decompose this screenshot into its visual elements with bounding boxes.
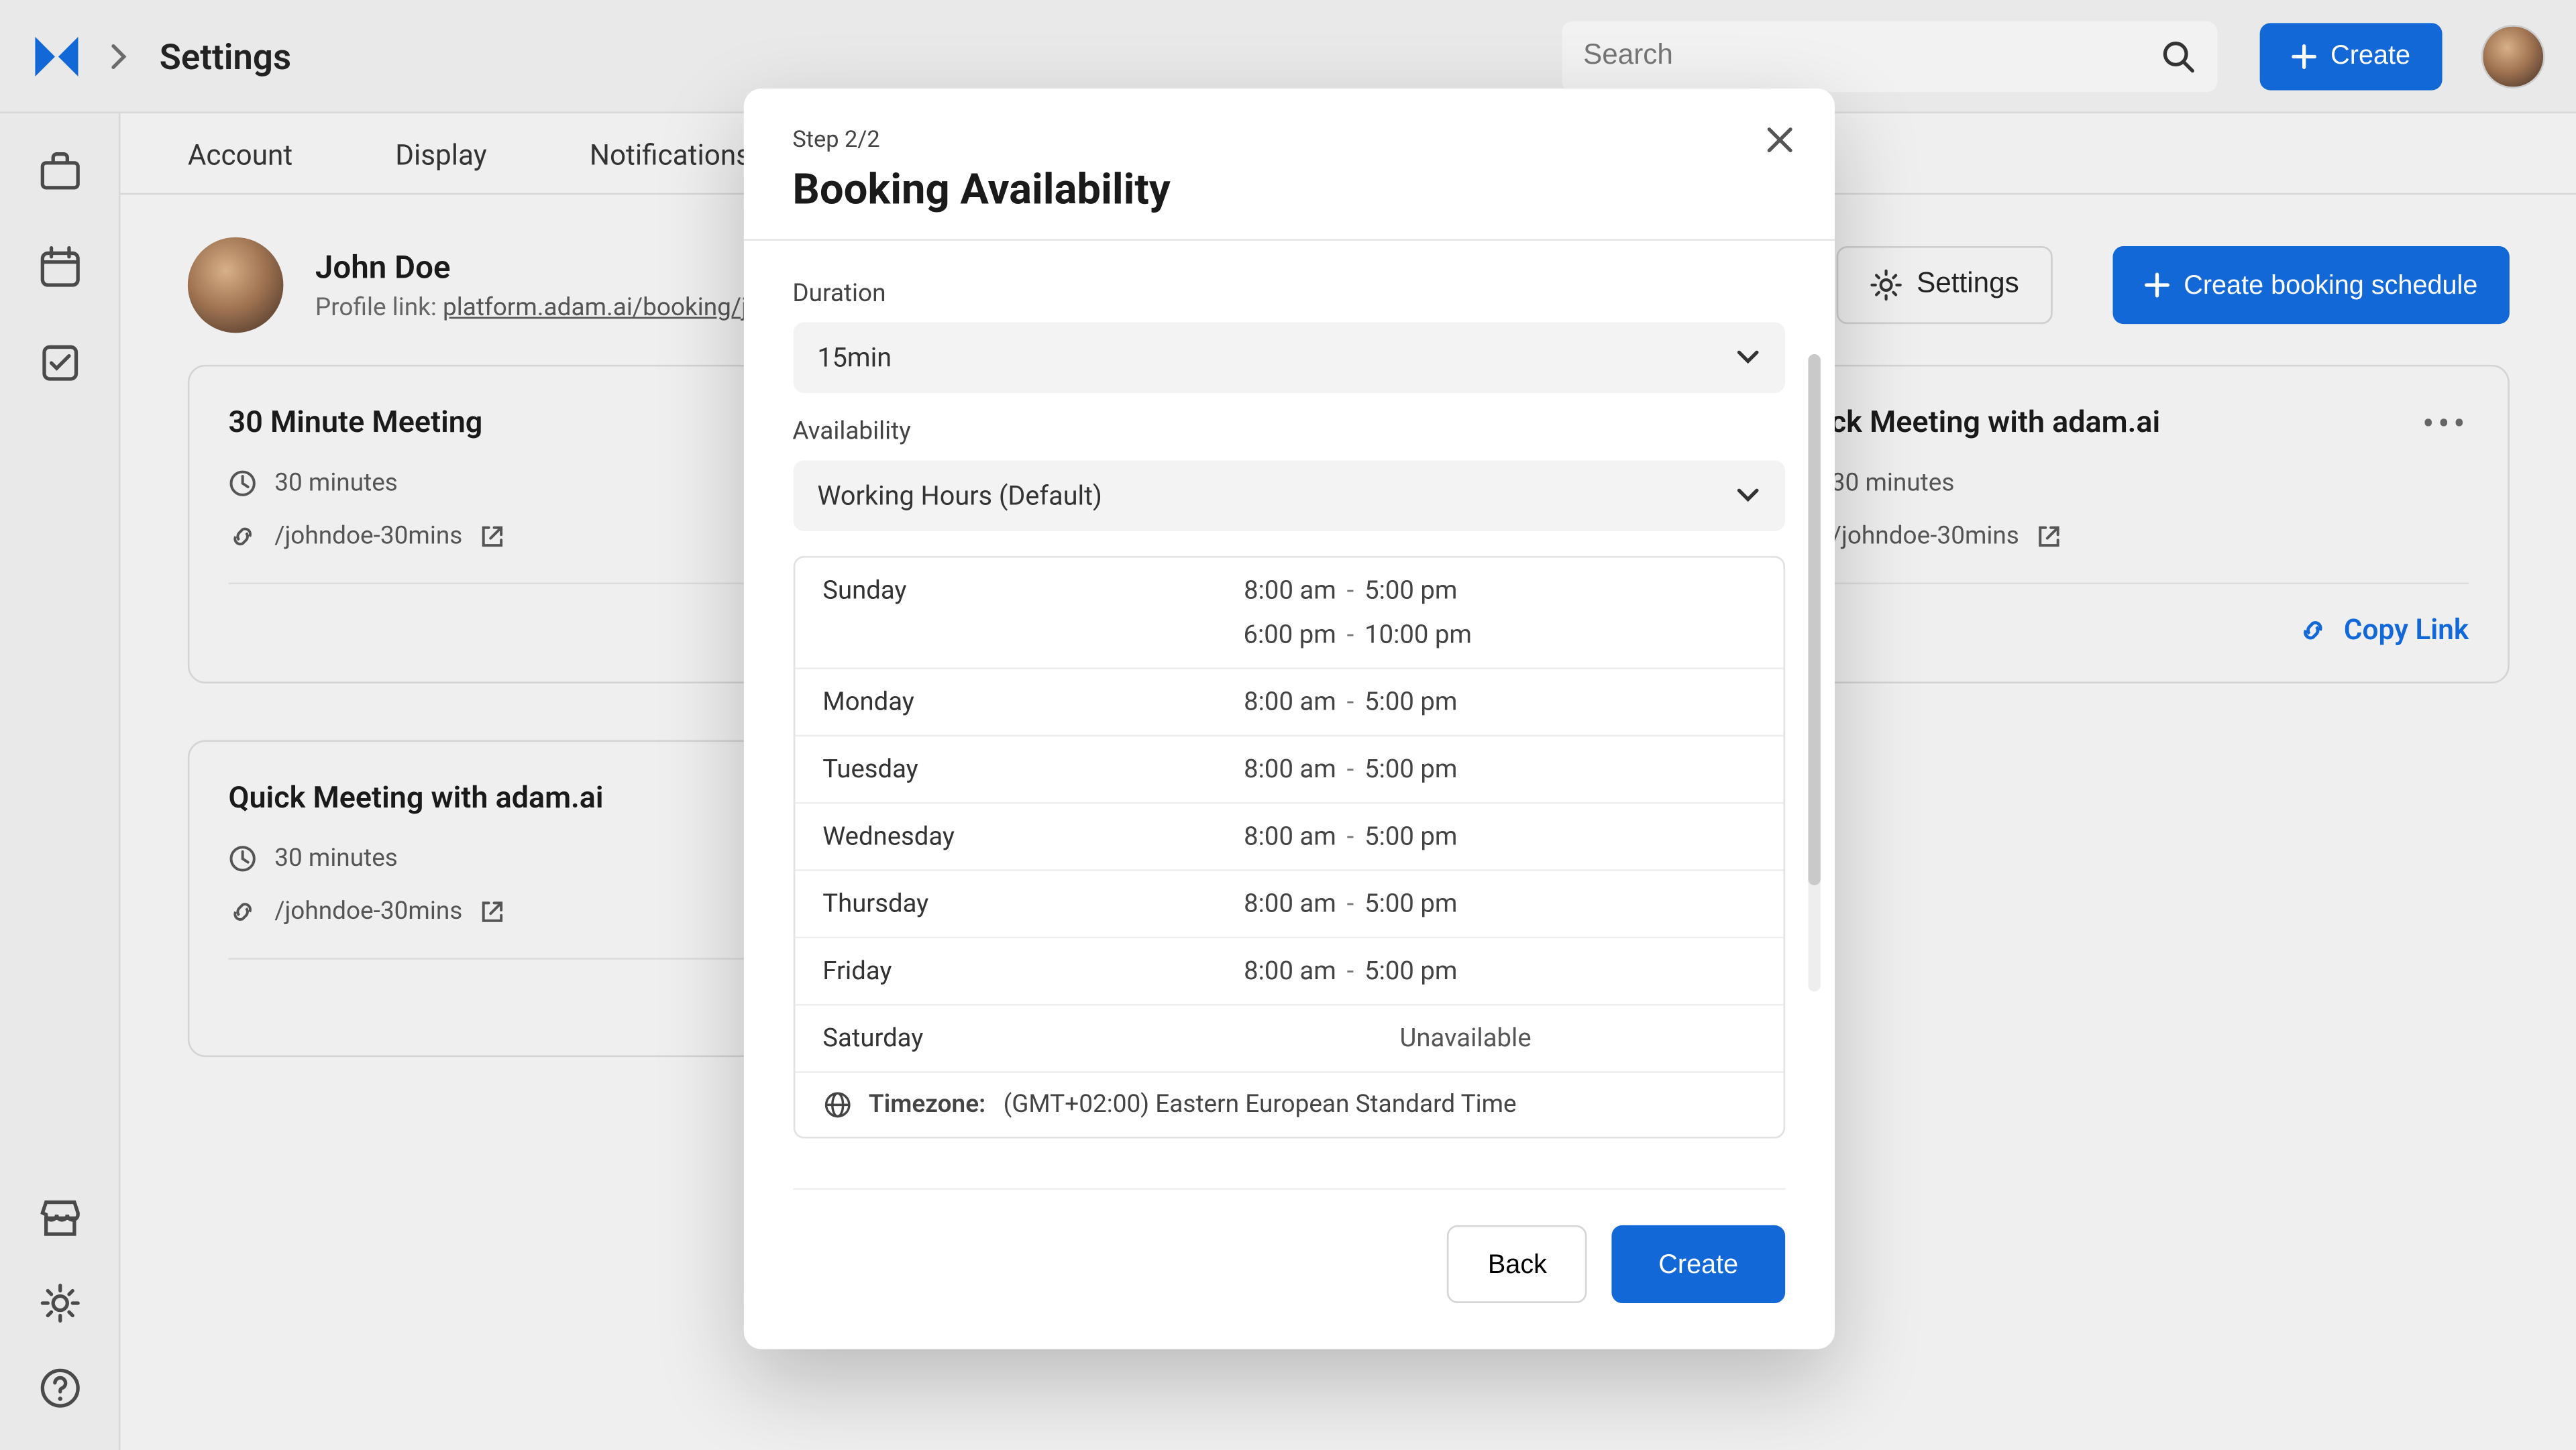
modal-scrollbar[interactable] <box>1807 354 1819 991</box>
booking-availability-modal: Step 2/2 Booking Availability Duration 1… <box>743 89 1833 1349</box>
close-icon[interactable] <box>1763 124 1795 156</box>
slot-start: 8:00 am <box>1177 956 1336 987</box>
duration-select[interactable]: 15min <box>792 322 1784 393</box>
schedule-table: Sunday 8:00 am - 5:00 pm 6:00 pm - 10:00… <box>792 556 1784 1139</box>
schedule-day: Wednesday <box>822 822 1177 852</box>
modal-create-button[interactable]: Create <box>1613 1225 1784 1303</box>
schedule-row: Thursday 8:00 am - 5:00 pm <box>794 871 1782 938</box>
slot-end: 5:00 pm <box>1364 822 1754 852</box>
modal-step: Step 2/2 <box>792 127 1784 154</box>
slot-end: 10:00 pm <box>1364 620 1754 650</box>
globe-icon <box>822 1091 851 1119</box>
schedule-day: Sunday <box>822 575 1177 606</box>
schedule-unavailable: Unavailable <box>1177 1023 1754 1054</box>
duration-label: Duration <box>792 280 1784 308</box>
schedule-row: Sunday 8:00 am - 5:00 pm 6:00 pm - 10:00… <box>794 558 1782 669</box>
slot-end: 5:00 pm <box>1364 687 1754 717</box>
schedule-day: Tuesday <box>822 755 1177 785</box>
slot-end: 5:00 pm <box>1364 755 1754 785</box>
timezone-row: Timezone: (GMT+02:00) Eastern European S… <box>794 1073 1782 1137</box>
duration-value: 15min <box>817 342 892 374</box>
schedule-day: Monday <box>822 687 1177 717</box>
modal-title: Booking Availability <box>792 165 1784 215</box>
schedule-row: Friday 8:00 am - 5:00 pm <box>794 938 1782 1005</box>
slot-end: 5:00 pm <box>1364 956 1754 987</box>
back-button[interactable]: Back <box>1447 1225 1588 1303</box>
slot-start: 8:00 am <box>1177 755 1336 785</box>
schedule-day: Saturday <box>822 1023 1177 1054</box>
schedule-day: Friday <box>822 956 1177 987</box>
availability-select[interactable]: Working Hours (Default) <box>792 460 1784 531</box>
availability-value: Working Hours (Default) <box>817 480 1102 512</box>
schedule-row: Saturday Unavailable <box>794 1006 1782 1073</box>
schedule-row: Wednesday 8:00 am - 5:00 pm <box>794 804 1782 871</box>
modal-overlay: Step 2/2 Booking Availability Duration 1… <box>0 0 2576 1450</box>
modal-footer: Back Create <box>792 1188 1784 1303</box>
availability-label: Availability <box>792 418 1784 446</box>
schedule-day: Thursday <box>822 889 1177 919</box>
slot-start: 6:00 pm <box>1177 620 1336 650</box>
slot-end: 5:00 pm <box>1364 575 1754 606</box>
slot-start: 8:00 am <box>1177 575 1336 606</box>
chevron-down-icon <box>1735 487 1760 504</box>
schedule-row: Tuesday 8:00 am - 5:00 pm <box>794 736 1782 803</box>
slot-start: 8:00 am <box>1177 687 1336 717</box>
timezone-value: (GMT+02:00) Eastern European Standard Ti… <box>1004 1091 1517 1119</box>
timezone-label: Timezone: <box>869 1091 985 1119</box>
schedule-row: Monday 8:00 am - 5:00 pm <box>794 669 1782 736</box>
slot-start: 8:00 am <box>1177 889 1336 919</box>
slot-start: 8:00 am <box>1177 822 1336 852</box>
chevron-down-icon <box>1735 349 1760 366</box>
slot-end: 5:00 pm <box>1364 889 1754 919</box>
